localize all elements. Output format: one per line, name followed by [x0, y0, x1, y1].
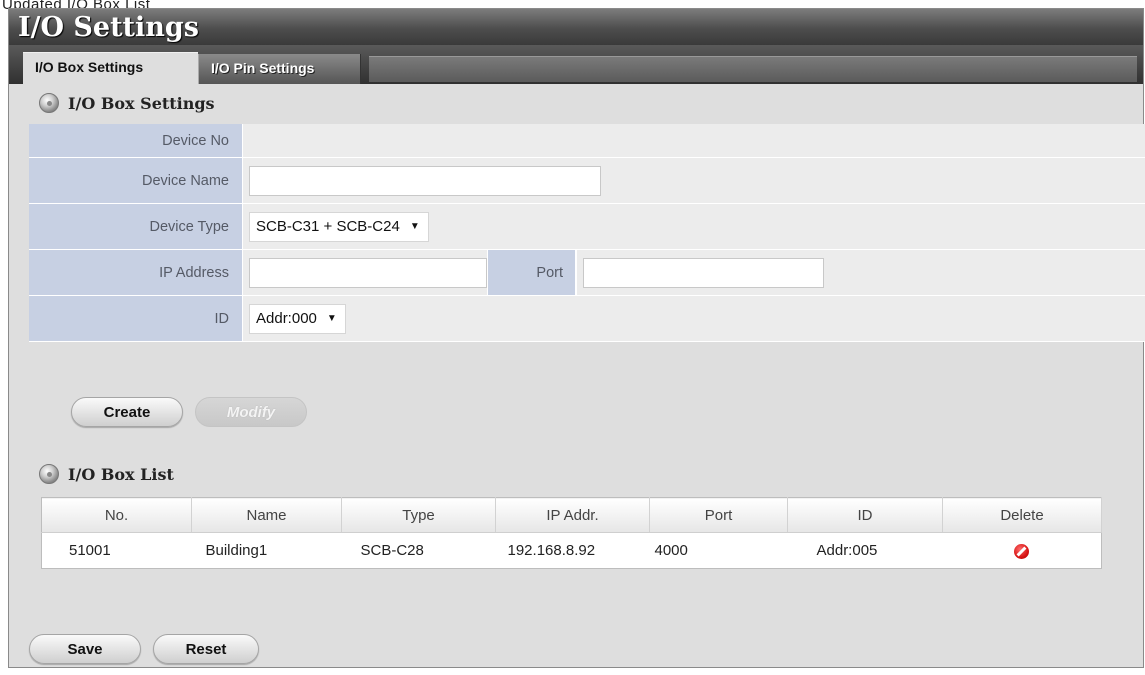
- tab-io-box-settings[interactable]: I/O Box Settings: [23, 52, 198, 84]
- chevron-down-icon: ▼: [326, 313, 337, 324]
- cell-port: 4000: [649, 532, 788, 569]
- column-header: ID: [787, 497, 943, 533]
- tab-content: I/O Box Settings Device No Device Name D…: [9, 84, 1145, 667]
- list-heading: I/O Box List: [39, 464, 174, 484]
- ip-address-label: IP Address: [29, 250, 243, 295]
- reset-button[interactable]: Reset: [153, 634, 259, 664]
- device-no-row: Device No: [29, 124, 1145, 158]
- list-heading-text: I/O Box List: [68, 464, 174, 484]
- device-no-label: Device No: [29, 124, 243, 157]
- device-type-label: Device Type: [29, 204, 243, 249]
- port-input[interactable]: [583, 257, 824, 288]
- column-header: Name: [191, 497, 342, 533]
- device-type-value: SCB-C31 + SCB-C24: [256, 218, 400, 235]
- disc-icon: [39, 93, 59, 113]
- id-value: Addr:000: [256, 310, 317, 327]
- tab-strip: I/O Box Settings I/O Pin Settings: [9, 45, 1143, 84]
- device-type-select[interactable]: SCB-C31 + SCB-C24 ▼: [249, 211, 429, 242]
- device-name-row: Device Name: [29, 158, 1145, 204]
- cell-id: Addr:005: [787, 532, 943, 569]
- window-title: I/O Settings: [9, 9, 1143, 45]
- column-header: IP Addr.: [495, 497, 650, 533]
- cell-delete: [942, 532, 1102, 569]
- create-button[interactable]: Create: [71, 397, 183, 427]
- ip-address-input[interactable]: [249, 257, 487, 288]
- settings-heading-text: I/O Box Settings: [68, 93, 215, 113]
- modify-button[interactable]: Modify: [195, 397, 307, 427]
- save-button[interactable]: Save: [29, 634, 141, 664]
- io-settings-window: I/O Settings I/O Box Settings I/O Pin Se…: [8, 8, 1145, 668]
- port-label: Port: [487, 250, 576, 295]
- id-select[interactable]: Addr:000 ▼: [249, 303, 346, 334]
- ip-port-row: IP Address Port: [29, 250, 1145, 296]
- cell-type: SCB-C28: [341, 532, 496, 569]
- column-header: Type: [341, 497, 496, 533]
- tab-io-pin-settings[interactable]: I/O Pin Settings: [198, 54, 361, 84]
- column-header: No.: [41, 497, 192, 533]
- cell-name: Building1: [191, 532, 342, 569]
- chevron-down-icon: ▼: [409, 221, 420, 232]
- cell-ip: 192.168.8.92: [495, 532, 650, 569]
- settings-form: Device No Device Name Device Type SCB-C3…: [29, 124, 1145, 342]
- cell-no: 51001: [41, 532, 192, 569]
- settings-heading: I/O Box Settings: [39, 93, 215, 113]
- delete-icon[interactable]: [1013, 543, 1029, 559]
- device-name-input[interactable]: [249, 165, 601, 196]
- io-box-table: No. Name Type IP Addr. Port ID Delete 51…: [41, 497, 1102, 569]
- id-label: ID: [29, 296, 243, 341]
- column-header: Delete: [942, 497, 1102, 533]
- id-row: ID Addr:000 ▼: [29, 296, 1145, 342]
- device-name-label: Device Name: [29, 158, 243, 203]
- device-type-row: Device Type SCB-C31 + SCB-C24 ▼: [29, 204, 1145, 250]
- disc-icon: [39, 464, 59, 484]
- device-no-value: [243, 124, 1145, 157]
- column-header: Port: [649, 497, 788, 533]
- table-row[interactable]: 51001 Building1 SCB-C28 192.168.8.92 400…: [41, 532, 1102, 569]
- table-header-row: No. Name Type IP Addr. Port ID Delete: [41, 497, 1102, 533]
